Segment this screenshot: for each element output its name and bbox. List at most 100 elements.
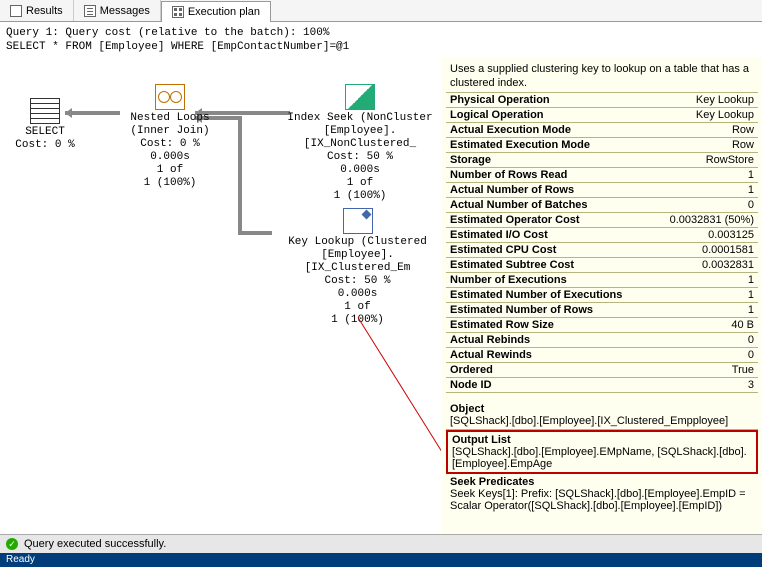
node-time: 0.000s xyxy=(270,288,442,301)
index-seek-icon xyxy=(345,84,375,110)
node-label2: [Employee].[IX_NonClustered_ xyxy=(270,125,442,151)
status-text: Query executed successfully. xyxy=(24,538,166,550)
property-key: Estimated Subtree Cost xyxy=(450,259,574,271)
property-row: Number of Rows Read 1 xyxy=(446,168,758,183)
property-key: Actual Execution Mode xyxy=(450,124,571,136)
property-key: Estimated CPU Cost xyxy=(450,244,556,256)
node-rows1: 1 of xyxy=(115,164,225,177)
tab-execplan-label: Execution plan xyxy=(188,6,260,18)
property-row: Actual Number of Rows1 xyxy=(446,183,758,198)
property-key: Logical Operation xyxy=(450,109,544,121)
tab-execution-plan[interactable]: Execution plan xyxy=(161,1,271,22)
property-key: Actual Number of Rows xyxy=(450,184,574,196)
property-value: RowStore xyxy=(706,154,754,166)
property-key: Node ID xyxy=(450,379,492,391)
node-cost: Cost: 0 % xyxy=(10,139,80,152)
property-row: Estimated Number of Executions1 xyxy=(446,288,758,303)
property-value: Row xyxy=(732,139,754,151)
property-value: 0.003125 xyxy=(708,229,754,241)
property-value: 1 xyxy=(748,169,754,181)
operator-properties-panel: Uses a supplied clustering key to lookup… xyxy=(442,58,762,534)
grid-icon xyxy=(10,5,22,17)
plan-node-key-lookup[interactable]: Key Lookup (Clustered [Employee].[IX_Clu… xyxy=(270,208,442,327)
property-row: Physical Operation Key Lookup xyxy=(446,93,758,108)
section-title: Seek Predicates xyxy=(450,476,754,488)
property-row: Estimated Operator Cost0.0032831 (50%) xyxy=(446,213,758,228)
property-value: 0 xyxy=(748,334,754,346)
query-header: Query 1: Query cost (relative to the bat… xyxy=(0,22,762,58)
status-bar-ready: Ready xyxy=(0,553,762,567)
select-icon xyxy=(30,98,60,124)
check-icon: ✓ xyxy=(6,538,18,550)
property-value: 0.0032831 (50%) xyxy=(670,214,754,226)
node-label1: Key Lookup (Clustered xyxy=(270,236,442,249)
property-value: 0 xyxy=(748,199,754,211)
property-value: 1 xyxy=(748,274,754,286)
property-row: Estimated Execution Mode Row xyxy=(446,138,758,153)
section-object: Object [SQLShack].[dbo].[Employee].[IX_C… xyxy=(446,401,758,430)
property-row: Estimated CPU Cost 0.0001581 xyxy=(446,243,758,258)
messages-icon xyxy=(84,5,96,17)
nested-loops-icon xyxy=(155,84,185,110)
property-value: True xyxy=(732,364,754,376)
tab-messages-label: Messages xyxy=(100,5,150,17)
property-row: Actual Execution Mode Row xyxy=(446,123,758,138)
section-title: Object xyxy=(450,403,754,415)
section-title: Output List xyxy=(452,434,752,446)
node-time: 0.000s xyxy=(270,164,442,177)
properties-table: Physical Operation Key Lookup Logical Oper… xyxy=(446,93,758,393)
node-label: SELECT xyxy=(10,126,80,139)
node-cost: Cost: 0 % xyxy=(115,138,225,151)
tab-messages[interactable]: Messages xyxy=(74,0,161,21)
property-key: Number of Rows Read xyxy=(450,169,567,181)
node-rows1: 1 of xyxy=(270,177,442,190)
property-value: 0.0032831 xyxy=(702,259,754,271)
plan-icon xyxy=(172,6,184,18)
property-row: Number of Executions 1 xyxy=(446,273,758,288)
property-row: Actual Rebinds0 xyxy=(446,333,758,348)
plan-node-nested-loops[interactable]: Nested Loops (Inner Join) Cost: 0 % 0.00… xyxy=(115,84,225,190)
node-rows2: 1 (100%) xyxy=(115,177,225,190)
node-cost: Cost: 50 % xyxy=(270,151,442,164)
property-row: Node ID 3 xyxy=(446,378,758,393)
property-row: Actual Rewinds0 xyxy=(446,348,758,363)
property-key: Ordered xyxy=(450,364,493,376)
property-value: 1 xyxy=(748,304,754,316)
property-value: 40 B xyxy=(731,319,754,331)
plan-node-index-seek[interactable]: Index Seek (NonCluster [Employee].[IX_No… xyxy=(270,84,442,203)
section-text: [SQLShack].[dbo].[Employee].EMpName, [SQ… xyxy=(452,446,747,470)
property-value: 0 xyxy=(748,349,754,361)
key-lookup-icon xyxy=(343,208,373,234)
property-key: Physical Operation xyxy=(450,94,550,106)
property-key: Estimated Execution Mode xyxy=(450,139,590,151)
property-row: Estimated Row Size 40 B xyxy=(446,318,758,333)
property-key: Estimated Number of Rows xyxy=(450,304,593,316)
plan-node-select[interactable]: SELECT Cost: 0 % xyxy=(10,98,80,152)
node-label1: Nested Loops xyxy=(115,112,225,125)
property-key: Estimated Row Size xyxy=(450,319,554,331)
execution-plan-canvas[interactable]: SELECT Cost: 0 % Nested Loops (Inner Joi… xyxy=(0,58,442,534)
node-label2: (Inner Join) xyxy=(115,125,225,138)
property-row: Ordered True xyxy=(446,363,758,378)
node-time: 0.000s xyxy=(115,151,225,164)
property-row: Estimated Number of Rows 1 xyxy=(446,303,758,318)
property-value: Key Lookup xyxy=(696,94,754,106)
node-cost: Cost: 50 % xyxy=(270,275,442,288)
node-label2: [Employee].[IX_Clustered_Em xyxy=(270,249,442,275)
property-row: Actual Number of Batches 0 xyxy=(446,198,758,213)
section-text: Seek Keys[1]: Prefix: [SQLShack].[dbo].[… xyxy=(450,488,746,512)
property-value: 3 xyxy=(748,379,754,391)
property-key: Estimated Number of Executions xyxy=(450,289,622,301)
node-rows1: 1 of xyxy=(270,301,442,314)
property-value: Row xyxy=(732,124,754,136)
section-text: [SQLShack].[dbo].[Employee].[IX_Clustere… xyxy=(450,415,728,427)
property-key: Storage xyxy=(450,154,491,166)
status-bar-success: ✓ Query executed successfully. xyxy=(0,534,762,553)
property-key: Actual Number of Batches xyxy=(450,199,588,211)
property-row: Logical OperationKey Lookup xyxy=(446,108,758,123)
tab-results[interactable]: Results xyxy=(0,0,74,21)
operator-description: Uses a supplied clustering key to lookup… xyxy=(446,60,758,93)
property-value: 0.0001581 xyxy=(702,244,754,256)
node-rows2: 1 (100%) xyxy=(270,314,442,327)
property-key: Number of Executions xyxy=(450,274,567,286)
